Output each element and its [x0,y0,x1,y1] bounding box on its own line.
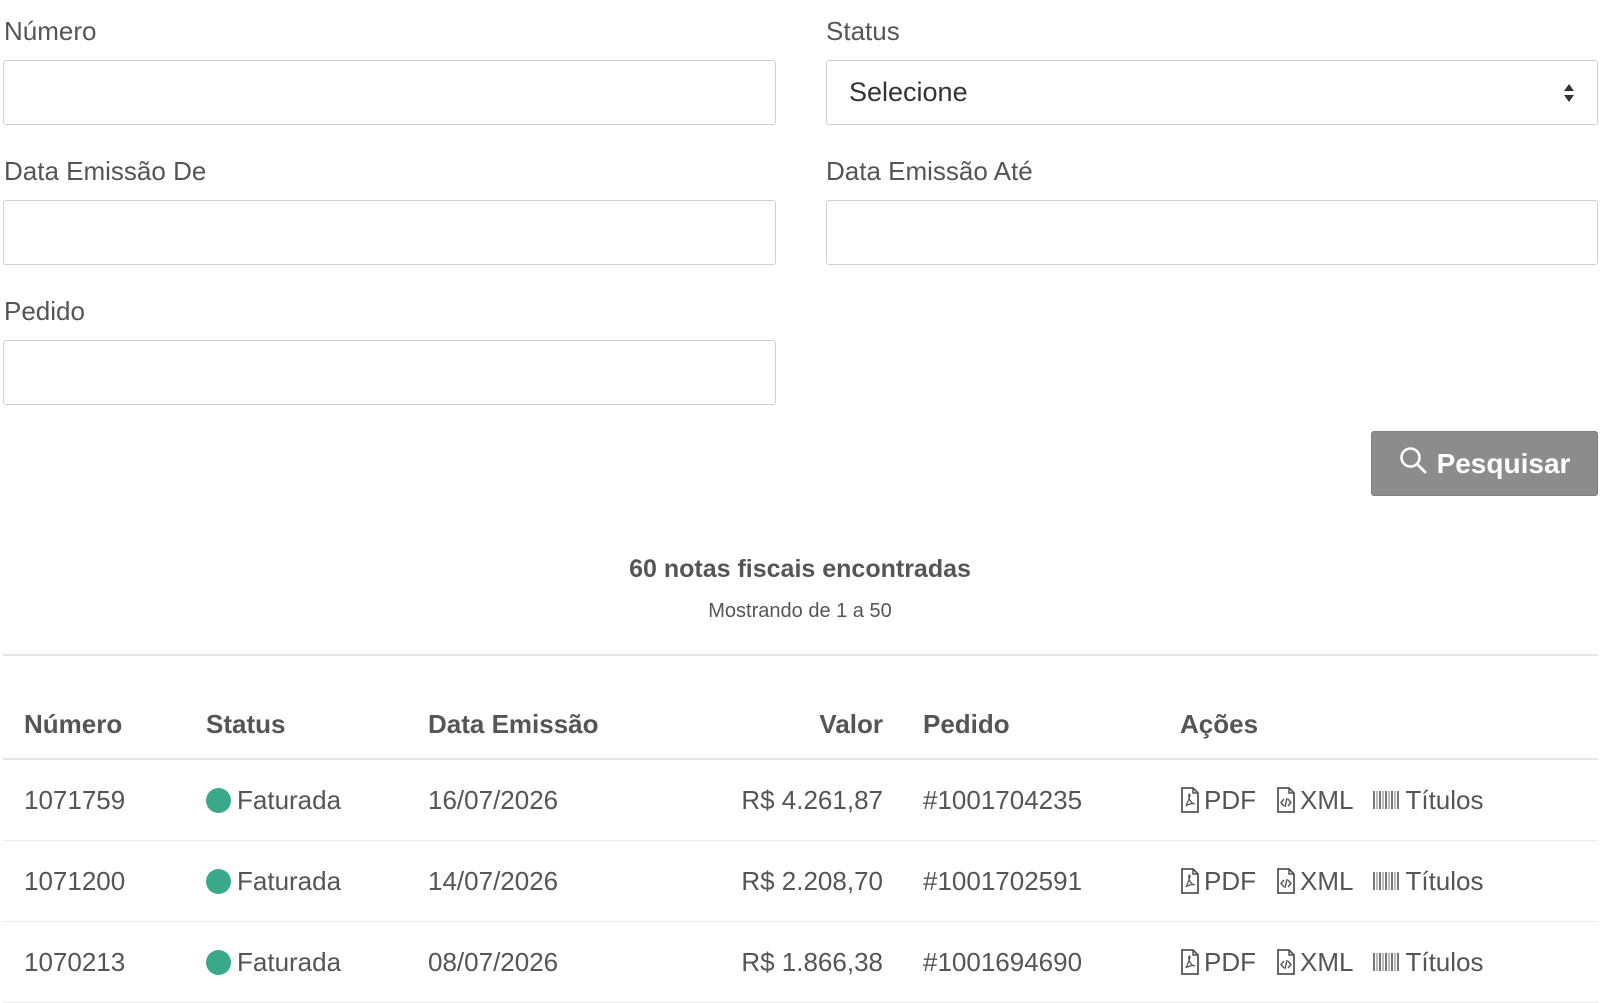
pdf-label: PDF [1204,784,1256,815]
row-pedido-link[interactable]: #1001694690 [923,922,1082,1002]
status-text: Faturada [237,784,342,815]
code-file-icon [1276,949,1296,975]
status-label: Status [826,16,900,46]
status-select-value: Selecione [849,77,968,107]
table-row: 1071759 Faturada 16/07/2026 R$ 4.261,87 … [3,760,1598,841]
row-status: Faturada [206,760,341,840]
results-count: 60 notas fiscais encontradas [629,555,971,583]
row-data-emissao: 08/07/2026 [428,946,559,977]
numero-input[interactable] [3,60,776,125]
header-data-emissao[interactable]: Data Emissão [428,690,599,758]
xml-label: XML [1300,865,1354,896]
status-select[interactable]: Selecione [826,60,1598,125]
table-row: 1070213 Faturada 08/07/2026 R$ 1.866,38 … [3,922,1598,1003]
pdf-label: PDF [1204,865,1256,896]
numero-label: Número [4,16,97,46]
row-data-emissao: 14/07/2026 [428,865,559,896]
barcode-icon [1373,952,1401,972]
pdf-link[interactable]: PDF [1180,785,1256,816]
row-numero: 1071759 [24,784,126,815]
header-status[interactable]: Status [206,690,285,758]
results-range: Mostrando de 1 a 50 [708,600,892,622]
titulos-link[interactable]: Títulos [1373,946,1484,978]
pdf-file-icon [1180,949,1200,975]
titulos-link[interactable]: Títulos [1373,865,1484,897]
row-pedido-link[interactable]: #1001704235 [923,760,1082,840]
row-acoes: PDF XML Títulos [1180,841,1504,921]
data-emissao-de-label: Data Emissão De [4,156,207,186]
row-acoes: PDF XML Títulos [1180,922,1504,1002]
status-dot-icon [206,949,231,975]
header-pedido[interactable]: Pedido [923,690,1010,758]
xml-link[interactable]: XML [1276,785,1353,816]
pdf-file-icon [1180,868,1200,894]
pedido-input[interactable] [3,340,776,405]
table-row: 1071200 Faturada 14/07/2026 R$ 2.208,70 … [3,841,1598,922]
table-header: Número Status Data Emissão Valor Pedido … [3,690,1598,760]
filter-form: Número Status Selecione Data Emissão De … [0,0,1600,520]
row-status: Faturada [206,841,341,921]
row-valor: R$ 4.261,87 [741,784,883,815]
header-valor[interactable]: Valor [703,690,883,758]
row-valor: R$ 1.866,38 [741,946,883,977]
header-acoes: Ações [1180,708,1259,739]
titulos-label: Títulos [1405,946,1484,977]
pdf-link[interactable]: PDF [1180,947,1256,978]
status-dot-icon [206,868,231,894]
pdf-label: PDF [1204,946,1256,977]
data-emissao-ate-label: Data Emissão Até [826,156,1033,186]
search-button-label: Pesquisar [1436,447,1571,479]
divider [3,654,1598,656]
xml-label: XML [1300,784,1354,815]
xml-link[interactable]: XML [1276,866,1353,897]
barcode-icon [1373,790,1401,810]
row-numero: 1071200 [24,865,126,896]
header-numero[interactable]: Número [24,690,122,758]
row-status: Faturada [206,922,341,1002]
row-data-emissao: 16/07/2026 [428,784,559,815]
search-icon [1399,446,1427,481]
xml-label: XML [1300,946,1354,977]
status-dot-icon [206,787,231,813]
row-pedido-link[interactable]: #1001702591 [923,841,1082,921]
pdf-link[interactable]: PDF [1180,866,1256,897]
titulos-label: Títulos [1405,865,1484,896]
pdf-file-icon [1180,787,1200,813]
row-acoes: PDF XML Títulos [1180,760,1504,840]
barcode-icon [1373,871,1401,891]
code-file-icon [1276,787,1296,813]
data-emissao-ate-input[interactable] [826,200,1598,265]
status-text: Faturada [237,946,342,977]
data-emissao-de-input[interactable] [3,200,776,265]
search-button[interactable]: Pesquisar [1371,431,1598,496]
code-file-icon [1276,868,1296,894]
sort-arrows-icon [1563,82,1575,104]
titulos-label: Títulos [1405,784,1484,815]
pedido-label: Pedido [4,296,85,326]
row-numero: 1070213 [24,946,126,977]
xml-link[interactable]: XML [1276,947,1353,978]
status-text: Faturada [237,865,342,896]
row-valor: R$ 2.208,70 [741,865,883,896]
titulos-link[interactable]: Títulos [1373,784,1484,816]
